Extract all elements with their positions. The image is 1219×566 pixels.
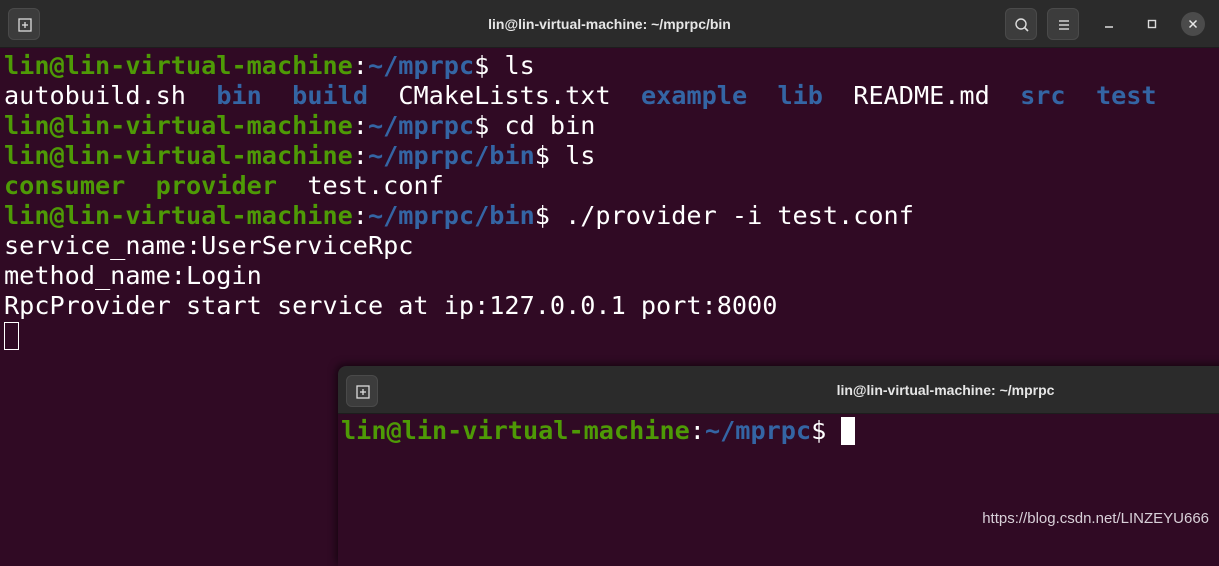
terminal-text: ~/mprpc (704, 416, 812, 445)
terminal-text: $ ./provider -i test.conf (534, 201, 914, 230)
hamburger-menu-icon (1059, 20, 1069, 30)
terminal-line (4, 321, 1157, 351)
watermark: https://blog.csdn.net/LINZEYU666 (982, 510, 1209, 527)
terminal-text: $ ls (534, 141, 596, 170)
menu-button[interactable] (1047, 8, 1079, 40)
terminal-text: test (1095, 81, 1157, 110)
terminal-text: autobuild.sh (4, 81, 217, 110)
terminal-text: consumer (4, 171, 126, 200)
terminal-line: method_name:Login (4, 261, 1157, 291)
terminal-text: lin@lin-virtual-machine (4, 51, 353, 80)
terminal-text: : (689, 416, 705, 445)
minimize-button[interactable] (1097, 12, 1121, 36)
terminal-text: ~/mprpc (367, 51, 475, 80)
terminal-text: src (1020, 81, 1066, 110)
terminal-text: CMakeLists.txt (367, 81, 641, 110)
terminal-text: bin (216, 81, 262, 110)
terminal-text: lin@lin-virtual-machine (4, 201, 353, 230)
minimize-icon (1105, 26, 1113, 28)
terminal-output[interactable]: lin@lin-virtual-machine:~/mprpc$ (341, 416, 856, 446)
terminal-text: : (352, 201, 368, 230)
terminal-text: lin@lin-virtual-machine (4, 141, 353, 170)
terminal-line: autobuild.sh bin build CMakeLists.txt ex… (4, 81, 1157, 111)
terminal-text: $ (811, 416, 842, 445)
terminal-output[interactable]: lin@lin-virtual-machine:~/mprpc$ ls autob… (4, 51, 1157, 351)
terminal-line: lin@lin-virtual-machine:~/mprpc$ cd bin (4, 111, 1157, 141)
terminal-text: ~/mprpc/bin (367, 141, 535, 170)
terminal-line: lin@lin-virtual-machine:~/mprpc/bin$ ./p… (4, 201, 1157, 231)
text-cursor (4, 322, 19, 350)
terminal-text: lin@lin-virtual-machine (341, 416, 690, 445)
terminal-window-secondary: lin@lin-virtual-machine: ~/mprpc lin@lin… (338, 366, 1219, 566)
title-bar[interactable]: lin@lin-virtual-machine: ~/mprpc/bin (0, 0, 1219, 48)
maximize-button[interactable] (1140, 12, 1164, 36)
terminal-text: RpcProvider start service at ip:127.0.0.… (4, 291, 778, 320)
terminal-line: lin@lin-virtual-machine:~/mprpc$ (341, 416, 856, 446)
terminal-text: test.conf (277, 171, 444, 200)
terminal-text: ~/mprpc/bin (367, 201, 535, 230)
close-icon (1188, 19, 1198, 29)
terminal-text: $ cd bin (474, 111, 596, 140)
terminal-text: : (352, 111, 368, 140)
terminal-text: example (640, 81, 748, 110)
terminal-text: method_name:Login (4, 261, 262, 290)
terminal-text: README.md (822, 81, 1021, 110)
title-bar[interactable]: lin@lin-virtual-machine: ~/mprpc (338, 366, 1219, 414)
terminal-text: ~/mprpc (367, 111, 475, 140)
terminal-text: service_name:UserServiceRpc (4, 231, 414, 260)
search-button[interactable] (1005, 8, 1037, 40)
terminal-text: : (352, 141, 368, 170)
terminal-line: RpcProvider start service at ip:127.0.0.… (4, 291, 1157, 321)
terminal-line: lin@lin-virtual-machine:~/mprpc$ ls (4, 51, 1157, 81)
terminal-text: build (292, 81, 368, 110)
terminal-text: provider (155, 171, 277, 200)
terminal-text: lib (777, 81, 823, 110)
maximize-icon (1147, 19, 1157, 29)
close-button[interactable] (1181, 12, 1205, 36)
terminal-text: $ ls (474, 51, 535, 80)
terminal-text: lin@lin-virtual-machine (4, 111, 353, 140)
terminal-line: service_name:UserServiceRpc (4, 231, 1157, 261)
search-icon (1015, 18, 1029, 32)
terminal-line: lin@lin-virtual-machine:~/mprpc/bin$ ls (4, 141, 1157, 171)
terminal-text: : (352, 51, 368, 80)
text-cursor (841, 417, 856, 445)
terminal-line: consumer provider test.conf (4, 171, 1157, 201)
window-title: lin@lin-virtual-machine: ~/mprpc (836, 382, 1055, 398)
